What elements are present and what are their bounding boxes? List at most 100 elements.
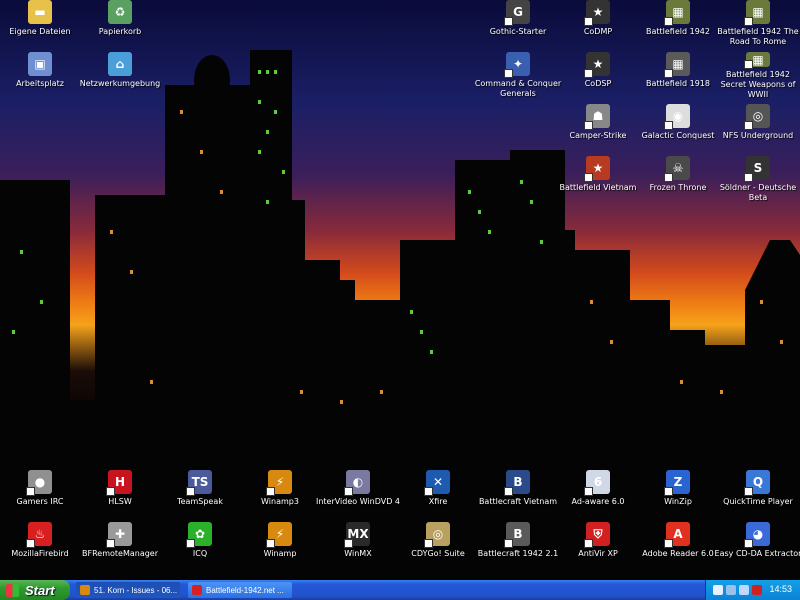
desktop-icon[interactable]: ◎ CDYGo! Suite	[398, 522, 478, 570]
desktop-icon[interactable]: ▦ Battlefield 1942 Secret Weapons of WWII	[718, 52, 798, 100]
antivir-icon[interactable]	[752, 585, 762, 595]
firebird-icon	[192, 585, 202, 595]
desktop-icon[interactable]: ◕ Easy CD-DA Extractor	[715, 522, 800, 570]
desktop-icon[interactable]: ✚ BFRemoteManager	[80, 522, 160, 570]
desktop-icon[interactable]: Q QuickTime Player	[718, 470, 798, 518]
desktop-icon-label: TeamSpeak	[177, 497, 223, 506]
desktop-icon-label: Battlefield Vietnam	[559, 183, 637, 192]
desktop-icon[interactable]: ✦ Command & Conquer Generals	[475, 52, 561, 100]
wheel-icon: ◎	[744, 104, 770, 130]
taskbar-button[interactable]: Battlefield-1942.net ...	[188, 582, 292, 598]
battlecraft-icon: B	[504, 470, 530, 496]
start-button[interactable]: Start	[0, 580, 70, 600]
cd-icon: ◎	[424, 522, 450, 548]
desktop-icon-label: Gamers IRC	[16, 497, 64, 506]
winmx-icon: MX	[344, 522, 370, 548]
desktop-icon[interactable]: ★ CoDSP	[558, 52, 638, 100]
desktop-icon-label: ICQ	[192, 549, 208, 558]
desktop-icon-label: Arbeitsplatz	[16, 79, 64, 88]
xfire-icon: ✕	[424, 470, 450, 496]
quicktime-icon: Q	[744, 470, 770, 496]
desktop-icon[interactable]: MX WinMX	[318, 522, 398, 570]
desktop-icon[interactable]: B Battlecraft Vietnam	[478, 470, 558, 518]
desktop-icon[interactable]: H HLSW	[80, 470, 160, 518]
desktop-icon-label: Xfire	[428, 497, 448, 506]
desktop-icon[interactable]: ♻ Papierkorb	[80, 0, 160, 48]
gothic-icon: G	[504, 0, 530, 26]
desktop-icon[interactable]: ◉ Galactic Conquest	[638, 104, 718, 152]
desktop-icon-label: Netzwerkumgebung	[79, 79, 161, 88]
desktop-icon-label: Galactic Conquest	[641, 131, 715, 140]
desktop-icon-label: CoDMP	[583, 27, 613, 36]
desktop-icon[interactable]: ▣ Arbeitsplatz	[0, 52, 80, 100]
trooper-icon: ◉	[664, 104, 690, 130]
desktop-icon-label: Adobe Reader 6.0	[642, 549, 714, 558]
battlefield-icon: ▦	[664, 0, 690, 26]
warcraft-icon: ☠	[664, 156, 690, 182]
folder-icon: ▬	[28, 0, 52, 24]
desktop-icon[interactable]: B Battlecraft 1942 2.1	[478, 522, 558, 570]
desktop-icon-label: Command & Conquer Generals	[474, 79, 562, 98]
battlecraft-icon: B	[504, 522, 530, 548]
desktop-icon[interactable]: ☗ Camper-Strike	[558, 104, 638, 152]
desktop-icon-label: Papierkorb	[98, 27, 142, 36]
teamspeak-icon: TS	[186, 470, 212, 496]
desktop-icon[interactable]: ▬ Eigene Dateien	[0, 0, 80, 48]
desktop-icon[interactable]: ● Gamers IRC	[0, 470, 80, 518]
soldner-icon: S	[744, 156, 770, 182]
adobe-icon: A	[664, 522, 690, 548]
soldier-icon: ☗	[584, 104, 610, 130]
arrow-left-icon[interactable]	[713, 585, 723, 595]
desktop-icon[interactable]: ▦ Battlefield 1942	[638, 0, 718, 48]
winamp-icon: ⚡	[266, 470, 292, 496]
desktop-icon[interactable]: ♨ MozillaFirebird	[0, 522, 80, 570]
desktop-icon-label: CoDSP	[584, 79, 612, 88]
windows-logo-icon	[6, 583, 19, 597]
computer-icon: ▣	[28, 52, 52, 76]
desktop-icon-label: Battlefield 1942	[646, 27, 710, 36]
desktop-icon[interactable]: ☠ Frozen Throne	[638, 156, 718, 204]
antivir-icon: ⛨	[584, 522, 610, 548]
start-label: Start	[25, 582, 55, 598]
winzip-icon: Z	[664, 470, 690, 496]
desktop-icon[interactable]: A Adobe Reader 6.0	[638, 522, 718, 570]
icq-flower-icon: ✿	[186, 522, 212, 548]
desktop-icon-label: Battlecraft Vietnam	[478, 497, 558, 506]
desktop-icon[interactable]: ★ CoDMP	[558, 0, 638, 48]
bfrm-icon: ✚	[106, 522, 132, 548]
network-icon[interactable]	[726, 585, 736, 595]
desktop-icon[interactable]: ▦ Battlefield 1918	[638, 52, 718, 100]
desktop-icon-label: Battlefield 1918	[646, 79, 710, 88]
dvd-icon: ◐	[344, 470, 370, 496]
desktop-icon[interactable]: Z WinZip	[638, 470, 718, 518]
desktop-icon[interactable]: ◎ NFS Underground	[718, 104, 798, 152]
taskbar-button-label: 51. Korn - Issues - 06...	[94, 585, 178, 595]
battlefield-icon: ▦	[744, 52, 770, 69]
winamp-icon	[80, 585, 90, 595]
desktop-icon-label: HLSW	[108, 497, 132, 506]
desktop-icon-label: BFRemoteManager	[81, 549, 159, 558]
desktop-icon[interactable]: ▦ Battlefield 1942 The Road To Rome	[717, 0, 799, 48]
desktop-icon-label: Winamp	[263, 549, 297, 558]
taskbar-button[interactable]: 51. Korn - Issues - 06...	[76, 582, 180, 598]
desktop-icon-label: Easy CD-DA Extractor	[714, 549, 800, 558]
desktop-icon[interactable]: ✿ ICQ	[160, 522, 240, 570]
desktop-icon[interactable]: ⛨ AntiVir XP	[558, 522, 638, 570]
desktop-icon[interactable]: 6 Ad-aware 6.0	[558, 470, 638, 518]
desktop-icon[interactable]: ✕ Xfire	[398, 470, 478, 518]
desktop-icon[interactable]: G Gothic-Starter	[478, 0, 558, 48]
desktop-icon[interactable]: ★ Battlefield Vietnam	[558, 156, 638, 204]
desktop-icon[interactable]: ◐ InterVideo WinDVD 4	[316, 470, 400, 518]
clock[interactable]: 14:53	[769, 584, 792, 594]
speaker-icon[interactable]	[739, 585, 749, 595]
eagle-icon: ✦	[504, 52, 530, 78]
desktop-icon-label: Battlefield 1942 The Road To Rome	[717, 27, 799, 46]
desktop-icon[interactable]: TS TeamSpeak	[160, 470, 240, 518]
desktop-icon[interactable]: S Söldner - Deutsche Beta	[718, 156, 798, 204]
desktop-icon[interactable]: ⌂ Netzwerkumgebung	[80, 52, 160, 100]
star-icon: ★	[584, 0, 610, 26]
desktop-icon-label: Battlecraft 1942 2.1	[477, 549, 559, 558]
desktop-icon[interactable]: ⚡ Winamp	[240, 522, 320, 570]
desktop-icon[interactable]: ⚡ Winamp3	[240, 470, 320, 518]
desktop-icon-label: Söldner - Deutsche Beta	[719, 183, 797, 202]
